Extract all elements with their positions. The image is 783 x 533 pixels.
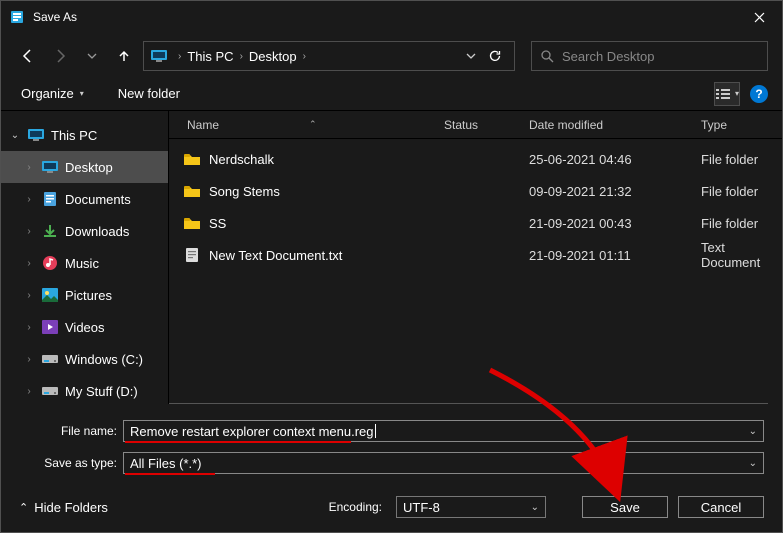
file-row[interactable]: Nerdschalk 25-06-2021 04:46File folder: [169, 143, 782, 175]
refresh-button[interactable]: [482, 49, 508, 63]
chevron-right-icon: ›: [240, 51, 243, 62]
file-date: 21-09-2021 01:11: [529, 248, 701, 263]
drive-icon: [41, 385, 59, 397]
hide-folders-button[interactable]: ⌃ Hide Folders: [19, 500, 108, 515]
downloads-icon: [41, 223, 59, 239]
main-area: ⌄ This PC › Desktop › Documents › Downlo…: [1, 111, 782, 404]
footer: ⌃ Hide Folders Encoding: UTF-8⌄ Save Can…: [1, 488, 782, 532]
chevron-right-icon: ›: [303, 51, 306, 62]
annotation-underline: [125, 441, 351, 443]
help-button[interactable]: ?: [750, 85, 768, 103]
videos-icon: [41, 320, 59, 334]
organize-button[interactable]: Organize▾: [15, 82, 90, 105]
pictures-icon: [41, 288, 59, 302]
search-icon: [540, 49, 554, 63]
sidebar: ⌄ This PC › Desktop › Documents › Downlo…: [1, 111, 169, 404]
search-box[interactable]: Search Desktop: [531, 41, 768, 71]
file-type: File folder: [701, 152, 782, 167]
file-name: Nerdschalk: [209, 152, 274, 167]
address-dropdown[interactable]: [460, 51, 482, 61]
file-name-input[interactable]: Remove restart explorer context menu.reg…: [123, 420, 764, 442]
file-row[interactable]: SS 21-09-2021 00:43File folder: [169, 207, 782, 239]
file-date: 09-09-2021 21:32: [529, 184, 701, 199]
nav-bar: › This PC › Desktop › Search Desktop: [1, 33, 782, 77]
chevron-right-icon: ›: [23, 258, 35, 269]
cancel-button[interactable]: Cancel: [678, 496, 764, 518]
drive-icon: [41, 353, 59, 365]
file-row[interactable]: New Text Document.txt 21-09-2021 01:11Tex…: [169, 239, 782, 271]
pc-icon: [150, 49, 168, 63]
chevron-right-icon: ›: [178, 51, 181, 62]
file-name: Song Stems: [209, 184, 280, 199]
tree-this-pc[interactable]: ⌄ This PC: [1, 119, 168, 151]
annotation-underline: [125, 473, 215, 475]
titlebar: Save As: [1, 1, 782, 33]
save-as-type-select[interactable]: All Files (*.*)⌄: [123, 452, 764, 474]
new-folder-button[interactable]: New folder: [112, 82, 186, 105]
recent-button[interactable]: [79, 43, 105, 69]
file-type: Text Document: [701, 240, 782, 270]
file-row[interactable]: Song Stems 09-09-2021 21:32File folder: [169, 175, 782, 207]
file-type: File folder: [701, 184, 782, 199]
folder-icon: [183, 152, 201, 166]
breadcrumb-root[interactable]: This PC: [187, 49, 233, 64]
encoding-label: Encoding:: [329, 500, 382, 514]
chevron-down-icon: ⌄: [9, 130, 21, 141]
encoding-select[interactable]: UTF-8⌄: [396, 496, 546, 518]
file-list: Nerdschalk25-06-2021 04:46File folderSon…: [169, 139, 782, 403]
file-date: 21-09-2021 00:43: [529, 216, 701, 231]
sidebar-item-windows-c[interactable]: › Windows (C:): [1, 343, 168, 375]
chevron-right-icon: ›: [23, 162, 35, 173]
desktop-icon: [41, 161, 59, 174]
up-button[interactable]: [111, 43, 137, 69]
save-as-dialog: Save As › This PC › Desktop › Search Des…: [0, 0, 783, 533]
sidebar-item-pictures[interactable]: › Pictures: [1, 279, 168, 311]
sidebar-item-my-stuff-d[interactable]: › My Stuff (D:): [1, 375, 168, 404]
file-name-label: File name:: [19, 424, 123, 438]
folder-icon: [183, 184, 201, 198]
sort-asc-icon: ⌃: [309, 119, 317, 130]
column-header[interactable]: Name⌃ Status Date modified Type: [169, 111, 782, 139]
view-button[interactable]: ▾: [714, 82, 740, 106]
chevron-right-icon: ›: [23, 386, 35, 397]
fields: File name: Remove restart explorer conte…: [1, 404, 782, 488]
sidebar-item-desktop[interactable]: › Desktop: [1, 151, 168, 183]
chevron-right-icon: ›: [23, 226, 35, 237]
sidebar-item-documents[interactable]: › Documents: [1, 183, 168, 215]
file-name: New Text Document.txt: [209, 248, 342, 263]
chevron-right-icon: ›: [23, 194, 35, 205]
address-bar[interactable]: › This PC › Desktop ›: [143, 41, 515, 71]
chevron-right-icon: ›: [23, 354, 35, 365]
documents-icon: [41, 191, 59, 207]
chevron-right-icon: ›: [23, 290, 35, 301]
save-button[interactable]: Save: [582, 496, 668, 518]
window-title: Save As: [33, 10, 736, 24]
file-name: SS: [209, 216, 226, 231]
toolbar: Organize▾ New folder ▾ ?: [1, 77, 782, 111]
file-area: Name⌃ Status Date modified Type Nerdscha…: [169, 111, 782, 404]
chevron-up-icon: ⌃: [19, 501, 28, 514]
sidebar-item-videos[interactable]: › Videos: [1, 311, 168, 343]
breadcrumb-item[interactable]: Desktop: [249, 49, 297, 64]
text-file-icon: [183, 247, 201, 263]
app-icon: [9, 9, 25, 25]
search-placeholder: Search Desktop: [562, 49, 655, 64]
close-button[interactable]: [736, 1, 782, 33]
music-icon: [41, 255, 59, 271]
folder-icon: [183, 216, 201, 230]
file-date: 25-06-2021 04:46: [529, 152, 701, 167]
sidebar-item-music[interactable]: › Music: [1, 247, 168, 279]
pc-icon: [27, 128, 45, 142]
chevron-right-icon: ›: [23, 322, 35, 333]
back-button[interactable]: [15, 43, 41, 69]
file-type: File folder: [701, 216, 782, 231]
save-as-type-label: Save as type:: [19, 456, 123, 470]
sidebar-item-downloads[interactable]: › Downloads: [1, 215, 168, 247]
forward-button[interactable]: [47, 43, 73, 69]
